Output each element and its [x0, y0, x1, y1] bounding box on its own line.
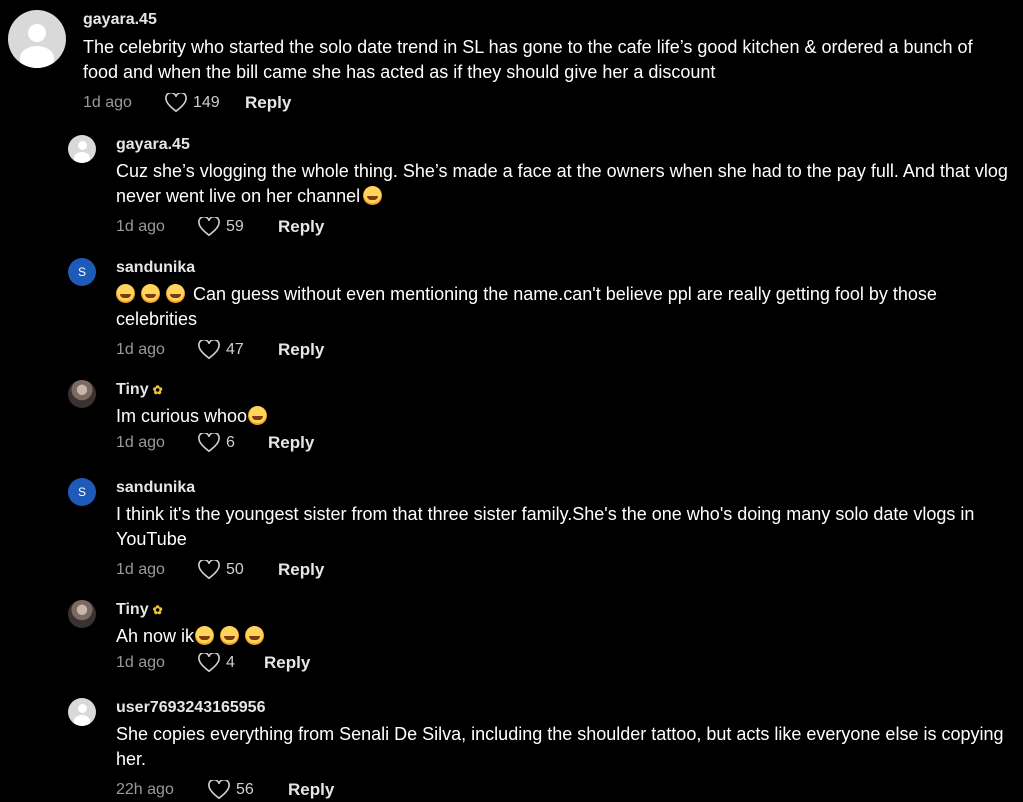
photo-avatar[interactable]: [68, 600, 96, 628]
comment-time: 1d ago: [116, 218, 165, 235]
reply-comment-item: Tiny ✿ Im curious whoo 1d ago 6 Reply: [68, 380, 1008, 455]
reply-button[interactable]: Reply: [278, 217, 324, 237]
reply-button[interactable]: Reply: [245, 93, 291, 113]
comment-meta: 1d ago 47 Reply: [116, 338, 1008, 362]
sunflower-icon: ✿: [152, 383, 163, 397]
comment-text: Ah now ik: [116, 626, 195, 646]
avatar-letter: S: [77, 265, 86, 279]
grinning-emoji-icon: [220, 626, 240, 645]
laughing-emoji-icon: [141, 284, 160, 303]
like-button[interactable]: 59: [198, 217, 278, 237]
comment-time: 1d ago: [116, 434, 165, 451]
comment-username-wrapper[interactable]: Tiny ✿: [116, 600, 1008, 620]
heart-icon: [198, 560, 220, 580]
comment-username: Tiny: [116, 601, 149, 618]
comment-username[interactable]: user7693243165956: [116, 698, 1008, 718]
laughing-emoji-icon: [166, 284, 185, 303]
comment-text: She copies everything from Senali De Sil…: [116, 724, 1004, 769]
like-count: 59: [226, 218, 244, 235]
default-avatar-icon[interactable]: [68, 135, 96, 163]
comment-meta: 1d ago 6 Reply: [116, 431, 1008, 455]
comment-text-wrapper: Cuz she’s vlogging the whole thing. She’…: [116, 159, 1008, 209]
grinning-emoji-icon: [195, 626, 215, 645]
heart-icon: [198, 433, 220, 453]
comment-username[interactable]: gayara.45: [83, 10, 1008, 30]
laughing-emoji-icon: [363, 186, 383, 205]
like-button[interactable]: 56: [208, 780, 288, 800]
comment-text: Can guess without even mentioning the na…: [116, 284, 937, 329]
comment-username[interactable]: sandunika: [116, 478, 1008, 498]
like-count: 50: [226, 561, 244, 578]
comment-text: Im curious whoo: [116, 406, 248, 426]
grinning-emoji-icon: [245, 626, 265, 645]
comment-content: Tiny ✿ Im curious whoo 1d ago 6 Reply: [116, 380, 1008, 455]
comment-text-wrapper: Can guess without even mentioning the na…: [116, 282, 1008, 332]
like-button[interactable]: 50: [198, 560, 278, 580]
like-count: 47: [226, 341, 244, 358]
comment-content: sandunika I think it's the youngest sist…: [116, 478, 1008, 582]
reply-button[interactable]: Reply: [278, 560, 324, 580]
heart-icon: [198, 340, 220, 360]
reply-button[interactable]: Reply: [278, 340, 324, 360]
comment-content: Tiny ✿ Ah now ik 1d ago 4 Reply: [116, 600, 1008, 675]
heart-icon: [165, 93, 187, 113]
comment-meta: 1d ago 149 Reply: [83, 91, 1008, 115]
reply-button[interactable]: Reply: [264, 653, 310, 673]
comment-item: gayara.45 The celebrity who started the …: [8, 10, 1008, 115]
like-button[interactable]: 6: [198, 433, 268, 453]
like-button[interactable]: 149: [165, 93, 245, 113]
comment-username[interactable]: sandunika: [116, 258, 1008, 278]
comment-time: 1d ago: [83, 94, 132, 111]
comment-meta: 1d ago 59 Reply: [116, 215, 1008, 239]
heart-icon: [198, 217, 220, 237]
laughing-emoji-icon: [116, 284, 135, 303]
comment-text-wrapper: Ah now ik: [116, 624, 1008, 649]
like-count: 149: [193, 94, 220, 111]
default-avatar-icon[interactable]: [8, 10, 66, 68]
comment-content: user7693243165956 She copies everything …: [116, 698, 1008, 802]
reply-comment-item: S sandunika I think it's the youngest si…: [68, 478, 1008, 582]
letter-avatar[interactable]: S: [68, 478, 96, 506]
comment-meta: 22h ago 56 Reply: [116, 778, 1008, 802]
like-count: 4: [226, 654, 235, 671]
comment-text: Cuz she’s vlogging the whole thing. She’…: [116, 161, 1008, 206]
comment-time: 1d ago: [116, 561, 165, 578]
comment-username[interactable]: gayara.45: [116, 135, 1008, 155]
default-avatar-icon[interactable]: [68, 698, 96, 726]
like-button[interactable]: 47: [198, 340, 278, 360]
letter-avatar[interactable]: S: [68, 258, 96, 286]
comment-time: 1d ago: [116, 654, 165, 671]
comment-time: 22h ago: [116, 781, 174, 798]
avatar-letter: S: [77, 485, 86, 499]
comment-text-wrapper: Im curious whoo: [116, 404, 1008, 429]
like-count: 56: [236, 781, 254, 798]
like-count: 6: [226, 434, 235, 451]
reply-button[interactable]: Reply: [288, 780, 334, 800]
reply-comment-item: gayara.45 Cuz she’s vlogging the whole t…: [68, 135, 1008, 239]
reply-comment-item: user7693243165956 She copies everything …: [68, 698, 1008, 802]
like-button[interactable]: 4: [198, 653, 264, 673]
heart-icon: [198, 653, 220, 673]
reply-button[interactable]: Reply: [268, 433, 314, 453]
comment-username: Tiny: [116, 381, 149, 398]
reply-comment-item: S sandunika Can guess without even menti…: [68, 258, 1008, 362]
comment-text: I think it's the youngest sister from th…: [116, 504, 975, 549]
comment-time: 1d ago: [116, 341, 165, 358]
comment-text: The celebrity who started the solo date …: [83, 37, 973, 82]
reply-comment-item: Tiny ✿ Ah now ik 1d ago 4 Reply: [68, 600, 1008, 675]
heart-icon: [208, 780, 230, 800]
comment-content: gayara.45 The celebrity who started the …: [83, 10, 1008, 115]
comment-content: gayara.45 Cuz she’s vlogging the whole t…: [116, 135, 1008, 239]
comment-username-wrapper[interactable]: Tiny ✿: [116, 380, 1008, 400]
comment-meta: 1d ago 4 Reply: [116, 651, 1008, 675]
photo-avatar[interactable]: [68, 380, 96, 408]
sunflower-icon: ✿: [152, 603, 163, 617]
comment-content: sandunika Can guess without even mention…: [116, 258, 1008, 362]
flushed-emoji-icon: [248, 406, 268, 425]
comment-meta: 1d ago 50 Reply: [116, 558, 1008, 582]
